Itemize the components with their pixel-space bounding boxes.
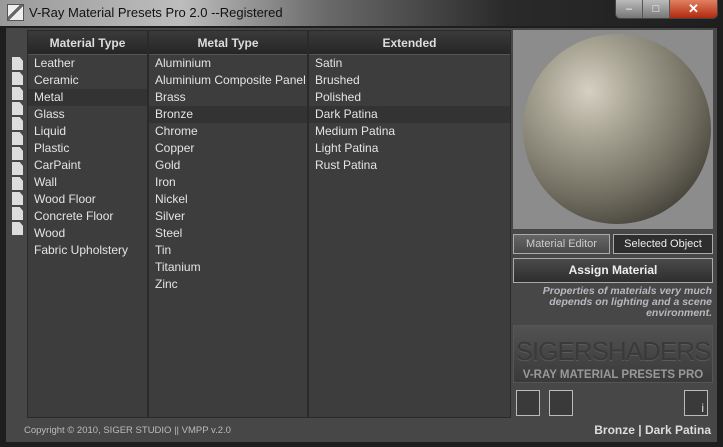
document-icon[interactable] (12, 102, 23, 115)
logo-subtitle: V-RAY MATERIAL PRESETS PRO (522, 369, 704, 381)
document-icon[interactable] (12, 132, 23, 145)
list-item[interactable]: Leather (28, 55, 147, 72)
extended-list: Extended Satin Brushed Polished Dark Patina… (308, 30, 511, 418)
list-item[interactable]: Gold (149, 157, 307, 174)
list-item[interactable]: Brushed (309, 72, 510, 89)
document-icon[interactable] (12, 207, 23, 220)
list-item[interactable]: Satin (309, 55, 510, 72)
list-item[interactable]: Fabric Upholstery (28, 242, 147, 259)
list-item[interactable]: Dark Patina (309, 106, 510, 123)
logo-text: SIGERSHADERS (515, 336, 712, 366)
info-note: Properties of materials very much depend… (542, 285, 712, 319)
material-type-header: Material Type (28, 31, 147, 55)
list-item[interactable]: Titanium (149, 259, 307, 276)
material-preview (513, 30, 713, 229)
close-button[interactable]: ✕ (670, 0, 717, 18)
document-icon[interactable] (12, 72, 23, 85)
list-item[interactable]: Wall (28, 174, 147, 191)
document-icon[interactable] (12, 162, 23, 175)
list-item[interactable]: Rust Patina (309, 157, 510, 174)
info-button[interactable]: i (684, 390, 708, 416)
list-item[interactable]: CarPaint (28, 157, 147, 174)
metal-type-header: Metal Type (149, 31, 307, 55)
copyright: Copyright © 2010, SIGER STUDIO || VMPP v… (24, 425, 231, 436)
list-item[interactable]: Ceramic (28, 72, 147, 89)
window-icon[interactable] (549, 390, 573, 416)
list-item[interactable]: Concrete Floor (28, 208, 147, 225)
list-item[interactable]: Nickel (149, 191, 307, 208)
list-item[interactable]: Wood Floor (28, 191, 147, 208)
list-item[interactable]: Zinc (149, 276, 307, 293)
title-bar: V-Ray Material Presets Pro 2.0 --Registe… (0, 0, 723, 26)
list-item[interactable]: Silver (149, 208, 307, 225)
material-editor-button[interactable]: Material Editor (513, 234, 610, 254)
list-item[interactable]: Liquid (28, 123, 147, 140)
logo: SIGERSHADERS V-RAY MATERIAL PRESETS PRO (513, 325, 713, 383)
list-view-icon[interactable] (516, 390, 540, 416)
app-icon (7, 4, 24, 21)
document-icon[interactable] (12, 87, 23, 100)
list-item[interactable]: Metal (28, 89, 147, 106)
document-icon[interactable] (12, 147, 23, 160)
list-item[interactable]: Aluminium Composite Panel (149, 72, 307, 89)
metal-type-list: Metal Type Aluminium Aluminium Composite … (148, 30, 308, 418)
list-item[interactable]: Light Patina (309, 140, 510, 157)
list-item[interactable]: Bronze (149, 106, 307, 123)
list-item[interactable]: Glass (28, 106, 147, 123)
material-type-list: Material Type Leather Ceramic Metal Glass Li… (27, 30, 148, 418)
list-item[interactable]: Iron (149, 174, 307, 191)
maximize-button[interactable]: □ (643, 0, 670, 18)
document-icon[interactable] (12, 222, 23, 235)
list-item[interactable]: Plastic (28, 140, 147, 157)
extended-header: Extended (309, 31, 510, 55)
document-icon[interactable] (12, 177, 23, 190)
document-icon[interactable] (12, 192, 23, 205)
main-panel: Material Type Leather Ceramic Metal Glass Li… (6, 28, 717, 442)
list-item[interactable]: Tin (149, 242, 307, 259)
selected-object-button[interactable]: Selected Object (613, 234, 713, 254)
list-item[interactable]: Polished (309, 89, 510, 106)
minimize-button[interactable]: – (616, 0, 643, 18)
preview-sphere (523, 34, 711, 224)
list-item[interactable]: Medium Patina (309, 123, 510, 140)
status-selection: Bronze | Dark Patina (594, 423, 711, 437)
assign-material-button[interactable]: Assign Material (513, 258, 713, 283)
list-item[interactable]: Wood (28, 225, 147, 242)
list-item[interactable]: Steel (149, 225, 307, 242)
list-item[interactable]: Aluminium (149, 55, 307, 72)
document-icon[interactable] (12, 57, 23, 70)
document-icon[interactable] (12, 117, 23, 130)
window-title: V-Ray Material Presets Pro 2.0 --Registe… (29, 5, 283, 20)
list-item[interactable]: Copper (149, 140, 307, 157)
list-item[interactable]: Brass (149, 89, 307, 106)
list-item[interactable]: Chrome (149, 123, 307, 140)
